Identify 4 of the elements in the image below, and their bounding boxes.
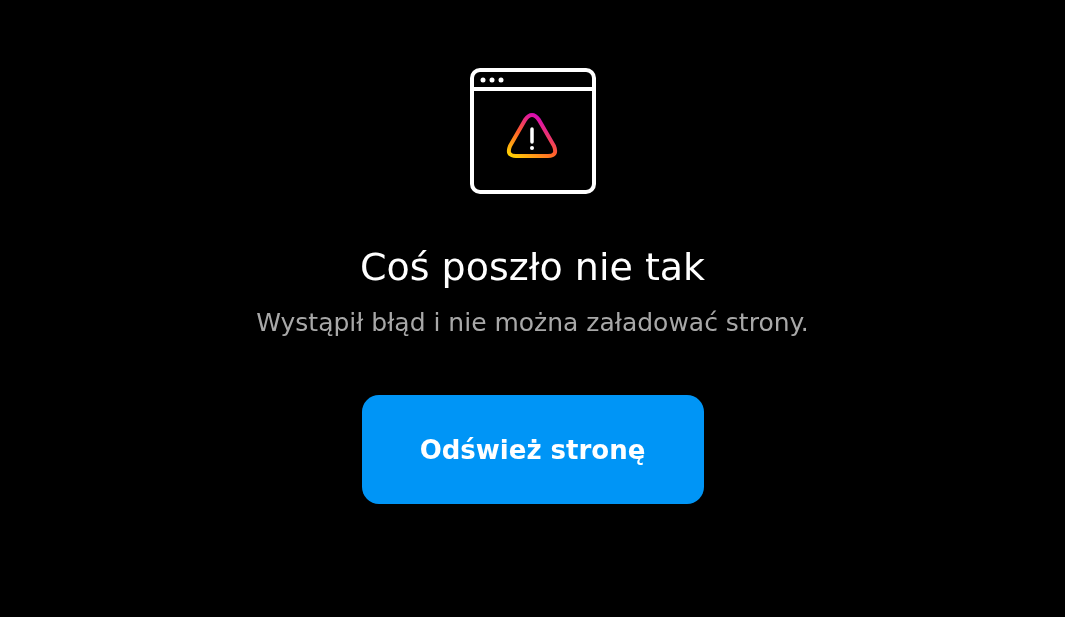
error-message: Wystąpił błąd i nie można załadować strony.	[256, 307, 809, 339]
error-title: Coś poszło nie tak	[359, 244, 706, 291]
browser-warning-icon	[469, 68, 596, 194]
refresh-button[interactable]: Odśwież stronę	[361, 395, 704, 504]
